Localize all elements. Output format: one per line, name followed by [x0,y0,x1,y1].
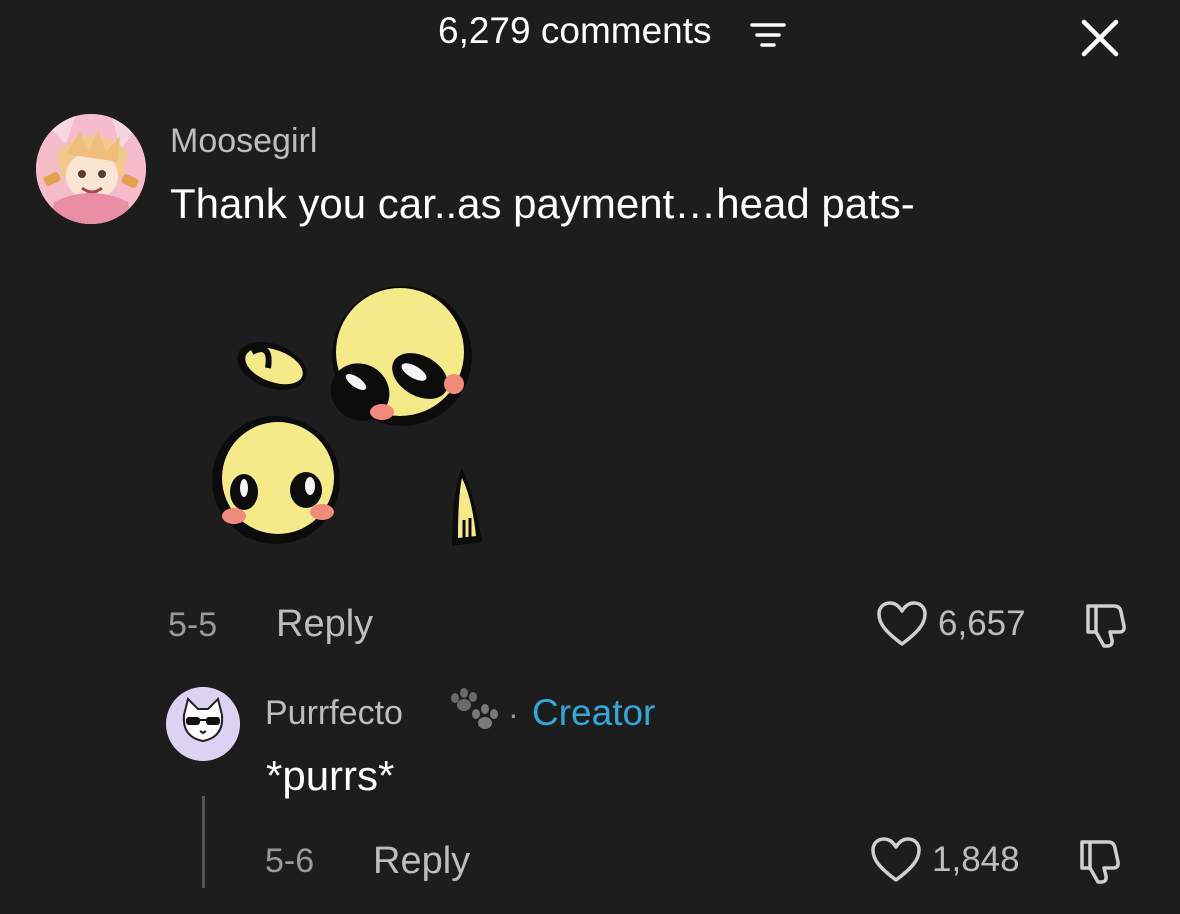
comments-panel: 6,279 comments Moosegirl Thank you car..… [0,0,1180,914]
close-icon[interactable] [1076,14,1124,62]
heart-icon [877,601,927,646]
thread-line [202,796,205,888]
reply-username[interactable]: Purrfecto [265,694,403,733]
reply-like-count: 1,848 [932,840,1020,879]
sort-icon[interactable] [748,16,788,52]
reply-button[interactable]: Reply [276,603,373,646]
creator-badge: Creator [532,692,656,733]
head-pat-sticker-icon [212,286,482,546]
paw-print-icon [451,688,498,729]
comment-username[interactable]: Moosegirl [170,122,317,161]
reply-date: 5-6 [265,842,315,880]
comment-text: Thank you car..as payment…head pats- [170,180,915,227]
reply-reply-button[interactable]: Reply [373,840,470,883]
reply-like-button[interactable]: 1,848 [870,836,1020,884]
avatar[interactable] [36,114,146,224]
thumbs-down-icon[interactable] [1080,598,1134,652]
like-count: 6,657 [938,604,1026,643]
comment-date: 5-5 [168,606,218,644]
like-button[interactable]: 6,657 [876,600,1026,648]
heart-icon [871,837,921,882]
cat-sunglasses-avatar-icon [166,687,240,761]
anime-character-avatar-icon [36,114,146,224]
comment-count-title: 6,279 comments [438,10,712,51]
badge-separator: · [508,696,519,732]
thumbs-down-icon[interactable] [1074,834,1128,888]
reply-avatar[interactable] [166,687,240,761]
reply-text: *purrs* [266,752,395,799]
comments-header: 6,279 comments [0,0,1180,70]
